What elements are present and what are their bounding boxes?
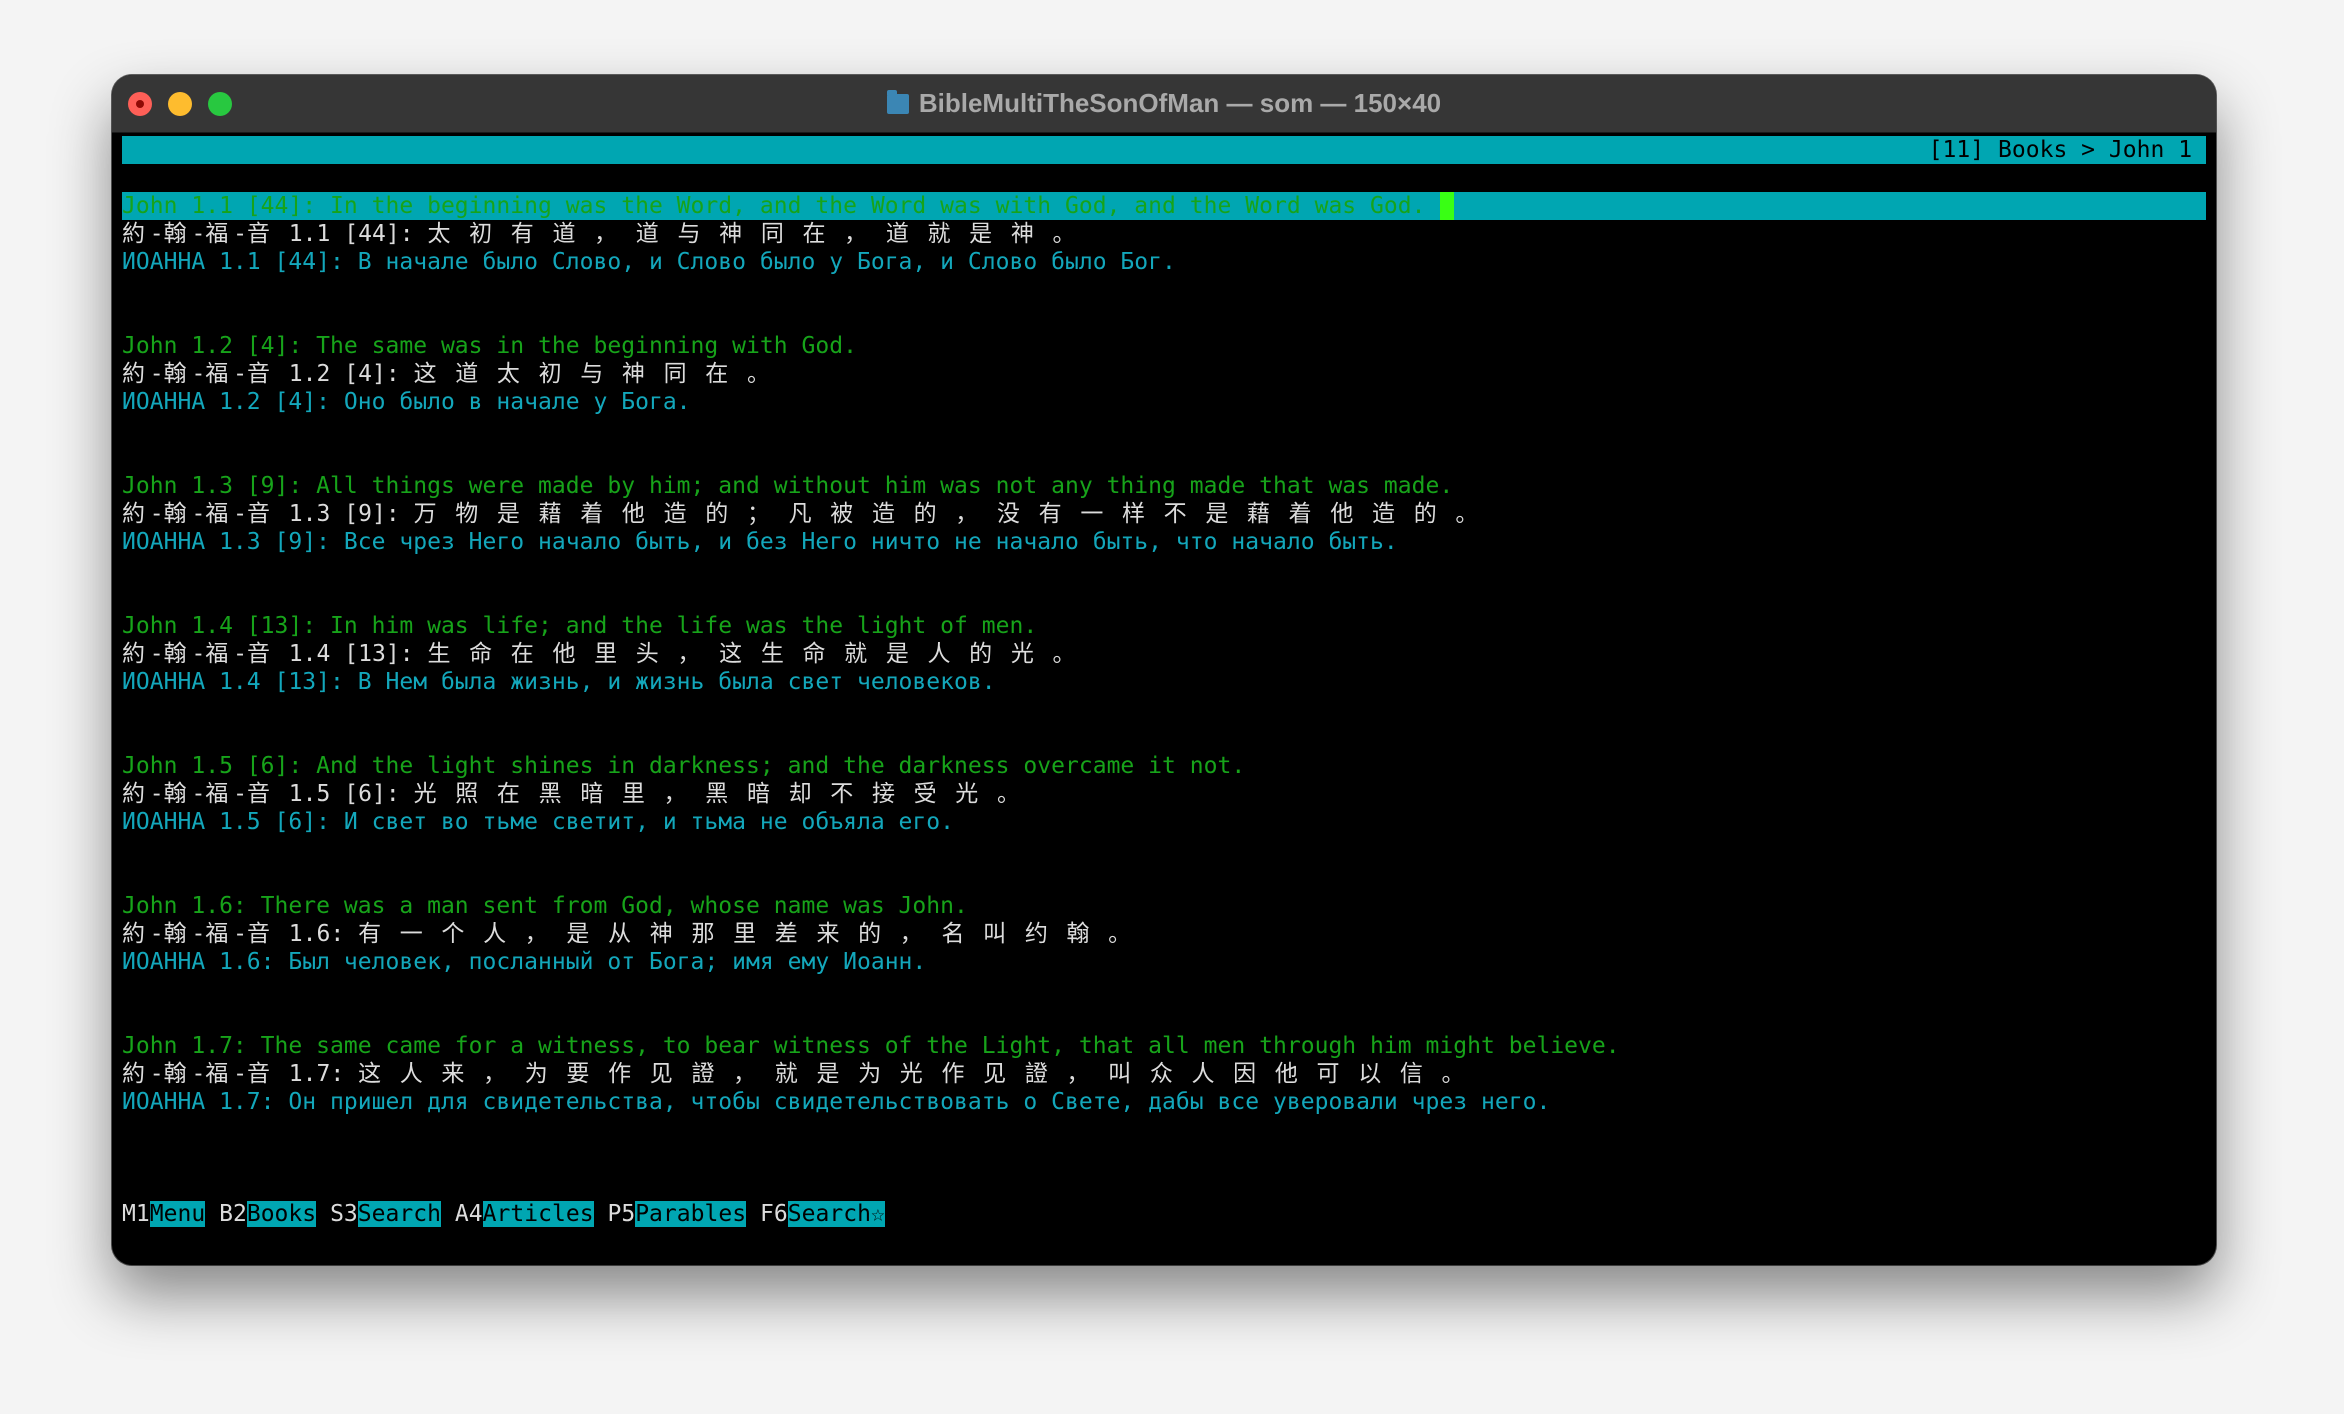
verse-russian[interactable]: ИОАННА 1.5 [6]: И свет во тьме светит, и… (122, 808, 954, 836)
window-title-text: BibleMultiTheSonOfMan — som — 150×40 (918, 88, 1442, 118)
menu-item-parables[interactable]: P5Parables (607, 1201, 747, 1227)
text-cursor (1439, 192, 1454, 220)
menu-item-key: B2 (219, 1201, 247, 1227)
verse-chinese[interactable]: 約 -翰 -福 -音 1.6: 有 一 个 人 ， 是 从 神 那 里 差 来 的 ，… (122, 920, 1136, 948)
verse-russian-text: ИОАННА 1.6: Был человек, посланный от Бо… (122, 949, 927, 975)
menu-item-search[interactable]: S3Search (330, 1201, 441, 1227)
verse-english-text: John 1.3 [9]: All things were made by hi… (122, 473, 1454, 499)
verse-chinese-text: 約 -翰 -福 -音 1.3 [9]: 万 物 是 藉 着 他 造 的 ； 凡 被 造… (122, 501, 1479, 527)
verse-english-text: John 1.5 [6]: And the light shines in da… (122, 753, 1246, 779)
verse-russian[interactable]: ИОАННА 1.1 [44]: В начале было Слово, и … (122, 248, 1176, 276)
verse-russian[interactable]: ИОАННА 1.3 [9]: Все чрез Него начало быт… (122, 528, 1398, 556)
menu-item-label: Search (357, 1201, 441, 1227)
menu-item-key: F6 (760, 1201, 788, 1227)
menu-item-key: M1 (122, 1201, 150, 1227)
verse-chinese[interactable]: 約 -翰 -福 -音 1.4 [13]: 生 命 在 他 里 头 ， 这 生 命 就 … (122, 640, 1080, 668)
verse-russian-text: ИОАННА 1.2 [4]: Оно было в начале у Бога… (122, 389, 691, 415)
verse-english-text: John 1.4 [13]: In him was life; and the … (122, 613, 1038, 639)
verse-russian[interactable]: ИОАННА 1.2 [4]: Оно было в начале у Бога… (122, 388, 691, 416)
verse-english[interactable]: John 1.3 [9]: All things were made by hi… (122, 472, 1453, 500)
verse-chinese[interactable]: 約 -翰 -福 -音 1.3 [9]: 万 物 是 藉 着 他 造 的 ； 凡 被 造… (122, 500, 1483, 528)
verse-chinese[interactable]: 約 -翰 -福 -音 1.2 [4]: 这 道 太 初 与 神 同 在 。 (122, 360, 775, 388)
menu-item-menu[interactable]: M1Menu (122, 1201, 206, 1227)
verse-english[interactable]: John 1.2 [4]: The same was in the beginn… (122, 332, 857, 360)
menu-item-label: Parables (635, 1201, 747, 1227)
verse-chinese[interactable]: 約 -翰 -福 -音 1.1 [44]: 太 初 有 道 ， 道 与 神 同 在 ， … (122, 220, 1080, 248)
terminal-content[interactable]: [11] Books > John 1 John 1.1 [44]: In th… (122, 136, 2208, 1256)
verse-russian[interactable]: ИОАННА 1.4 [13]: В Нем была жизнь, и жиз… (122, 668, 996, 696)
verse-english-text: John 1.7: The same came for a witness, t… (122, 1033, 1620, 1059)
verse-english[interactable]: John 1.7: The same came for a witness, t… (122, 1032, 1620, 1060)
folder-icon (886, 89, 909, 114)
bottom-menu: M1Menu B2Books S3Search A4Articles P5Parable… (122, 1200, 885, 1228)
menu-item-label: Menu (149, 1201, 206, 1227)
verse-english[interactable]: John 1.4 [13]: In him was life; and the … (122, 612, 1037, 640)
verse-chinese-text: 約 -翰 -福 -音 1.4 [13]: 生 命 在 他 里 头 ， 这 生 命 就 … (122, 641, 1076, 667)
menu-item-search[interactable]: F6Search☆ (760, 1201, 885, 1227)
verse-russian-text: ИОАННА 1.3 [9]: Все чрез Него начало быт… (122, 529, 1398, 555)
menu-item-articles[interactable]: A4Articles (455, 1201, 594, 1227)
verse-english-text: John 1.1 [44]: In the beginning was the … (122, 193, 1426, 219)
menu-item-books[interactable]: B2Books (219, 1201, 317, 1227)
selected-verse-row[interactable]: John 1.1 [44]: In the beginning was the … (122, 192, 2206, 220)
verse-chinese[interactable]: 約 -翰 -福 -音 1.5 [6]: 光 照 在 黑 暗 里 ， 黑 暗 却 不 接… (122, 780, 1025, 808)
breadcrumb: [11] Books > John 1 (1928, 137, 2193, 163)
verse-russian-text: ИОАННА 1.7: Он пришел для свидетельства,… (122, 1089, 1551, 1115)
title-bar[interactable]: BibleMultiTheSonOfMan — som — 150×40 (112, 75, 2216, 133)
menu-item-key: S3 (330, 1201, 358, 1227)
verse-russian-text: ИОАННА 1.5 [6]: И свет во тьме светит, и… (122, 809, 955, 835)
verse-chinese[interactable]: 約 -翰 -福 -音 1.7: 这 人 来 ， 为 要 作 见 證 ， 就 是 为 光… (122, 1060, 1469, 1088)
menu-item-label: Books (246, 1201, 317, 1227)
verse-english-text: John 1.6: There was a man sent from God,… (122, 893, 968, 919)
verse-english-text: John 1.2 [4]: The same was in the beginn… (122, 333, 857, 359)
verse-russian[interactable]: ИОАННА 1.6: Был человек, посланный от Бо… (122, 948, 926, 976)
menu-item-key: P5 (607, 1201, 636, 1227)
verse-chinese-text: 約 -翰 -福 -音 1.6: 有 一 个 人 ， 是 从 神 那 里 差 来 的 ，… (122, 921, 1132, 947)
verse-chinese-text: 約 -翰 -福 -音 1.7: 这 人 来 ， 为 要 作 见 證 ， 就 是 为 光… (122, 1061, 1465, 1087)
menu-item-key: A4 (454, 1201, 483, 1227)
menu-item-label: Articles (482, 1201, 594, 1227)
header-bar: [11] Books > John 1 (122, 136, 2206, 164)
verse-russian-text: ИОАННА 1.4 [13]: В Нем была жизнь, и жиз… (122, 669, 996, 695)
menu-item-label: Search☆ (787, 1201, 885, 1227)
window-title: BibleMultiTheSonOfMan — som — 150×40 (112, 75, 2216, 132)
verse-english[interactable]: John 1.6: There was a man sent from God,… (122, 892, 968, 920)
verse-russian-text: ИОАННА 1.1 [44]: В начале было Слово, и … (122, 249, 1176, 275)
terminal-window: BibleMultiTheSonOfMan — som — 150×40 [11… (112, 75, 2216, 1265)
verse-russian[interactable]: ИОАННА 1.7: Он пришел для свидетельства,… (122, 1088, 1550, 1116)
verse-chinese-text: 約 -翰 -福 -音 1.2 [4]: 这 道 太 初 与 神 同 在 。 (122, 361, 770, 387)
verse-chinese-text: 約 -翰 -福 -音 1.5 [6]: 光 照 在 黑 暗 里 ， 黑 暗 却 不 接… (122, 781, 1020, 807)
verse-english[interactable]: John 1.5 [6]: And the light shines in da… (122, 752, 1245, 780)
verse-chinese-text: 約 -翰 -福 -音 1.1 [44]: 太 初 有 道 ， 道 与 神 同 在 ， … (122, 221, 1076, 247)
